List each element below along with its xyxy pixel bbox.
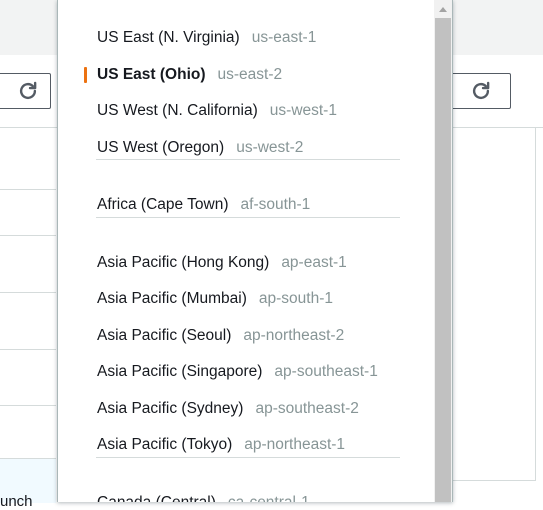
region-option[interactable]: US West (N. California) us-west-1 (58, 96, 434, 126)
region-name: Asia Pacific (Singapore) (97, 363, 263, 380)
region-code: ap-northeast-2 (243, 327, 345, 344)
region-name: Asia Pacific (Mumbai) (97, 290, 247, 307)
region-name: Asia Pacific (Sydney) (97, 400, 244, 417)
region-option[interactable]: Canada (Central) ca-central-1 (58, 488, 434, 502)
background-panel (452, 128, 536, 481)
selected-indicator (84, 67, 87, 83)
table-row-divider (0, 405, 56, 406)
region-option[interactable]: Asia Pacific (Hong Kong) ap-east-1 (58, 248, 434, 278)
region-dropdown[interactable]: US East (N. Virginia) us-east-1 US East (O… (57, 0, 453, 502)
table-row-divider (0, 292, 56, 293)
region-option[interactable]: Asia Pacific (Seoul) ap-northeast-2 (58, 321, 434, 351)
refresh-icon (472, 81, 489, 100)
region-code: ap-east-1 (281, 254, 347, 271)
chevron-up-icon (439, 6, 447, 12)
region-option[interactable]: Asia Pacific (Sydney) ap-southeast-2 (58, 394, 434, 424)
refresh-button-right[interactable] (450, 73, 511, 109)
region-list: US East (N. Virginia) us-east-1 US East (O… (58, 0, 434, 502)
region-code: us-east-2 (217, 66, 283, 83)
region-name: Canada (Central) (97, 494, 216, 502)
refresh-icon (19, 81, 36, 100)
region-name: US West (N. California) (97, 102, 258, 119)
region-name: Asia Pacific (Hong Kong) (97, 254, 270, 271)
region-option[interactable]: Asia Pacific (Mumbai) ap-south-1 (58, 284, 434, 314)
region-option-selected[interactable]: US East (Ohio) us-east-2 (58, 60, 434, 90)
table-row-divider (0, 235, 56, 236)
region-name: US East (N. Virginia) (97, 29, 240, 46)
region-name: Africa (Cape Town) (97, 196, 229, 213)
region-code: af-south-1 (240, 196, 311, 213)
region-code: us-west-2 (236, 139, 304, 156)
region-option[interactable]: Africa (Cape Town) af-south-1 (58, 190, 434, 220)
region-name: Asia Pacific (Seoul) (97, 327, 232, 344)
region-code: ap-southeast-2 (255, 400, 359, 417)
region-name: US East (Ohio) (97, 66, 206, 83)
region-code: ap-southeast-1 (274, 363, 378, 380)
region-group-divider (96, 457, 400, 458)
region-group-divider (96, 159, 400, 160)
region-group-divider (96, 217, 400, 218)
region-code: ca-central-1 (228, 494, 310, 502)
dropdown-scrollbar[interactable] (434, 0, 452, 502)
scroll-up-button[interactable] (434, 0, 452, 18)
scrollbar-thumb[interactable] (435, 18, 451, 502)
region-code: us-west-1 (269, 102, 337, 119)
refresh-button-left[interactable] (0, 73, 51, 109)
region-name: US West (Oregon) (97, 139, 225, 156)
table-row-divider (0, 349, 56, 350)
region-code: ap-northeast-1 (244, 436, 346, 453)
table-row-divider (0, 189, 56, 190)
region-code: us-east-1 (251, 29, 317, 46)
region-option[interactable]: Asia Pacific (Tokyo) ap-northeast-1 (58, 430, 434, 460)
region-option[interactable]: Asia Pacific (Singapore) ap-southeast-1 (58, 357, 434, 387)
region-name: Asia Pacific (Tokyo) (97, 436, 233, 453)
region-code: ap-south-1 (258, 290, 333, 307)
region-option[interactable]: US East (N. Virginia) us-east-1 (58, 23, 434, 53)
